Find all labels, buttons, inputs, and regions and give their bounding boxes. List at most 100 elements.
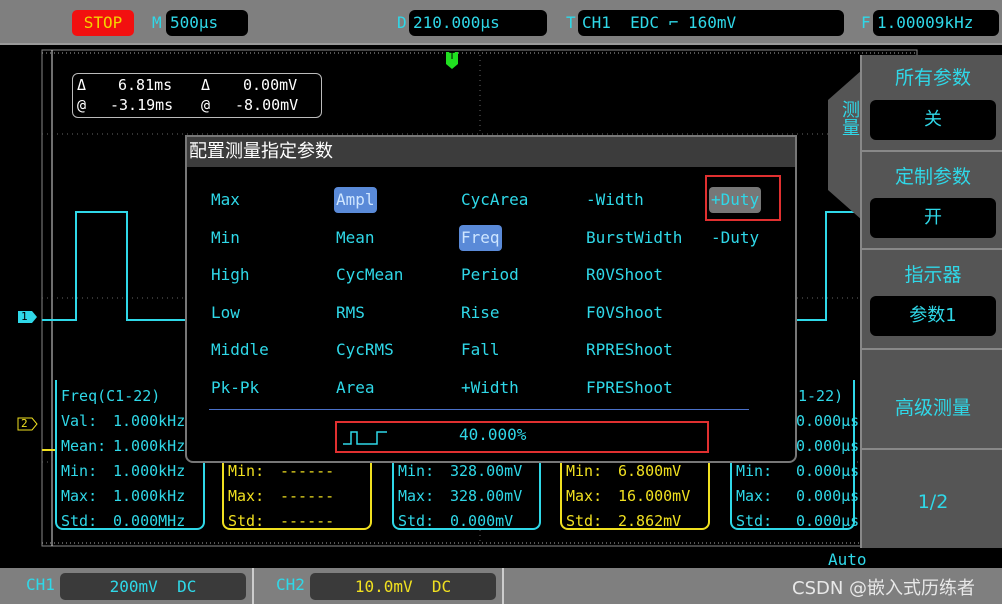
measurement-key: Val:	[61, 412, 98, 430]
measurement-value: 0.000MHz	[113, 512, 186, 530]
side-menu: 所有参数 关 定制参数 开 指示器 参数1 高级测量 1/2	[860, 55, 1002, 548]
measurement-value: 1.000kHz	[113, 437, 186, 455]
menu-custom-params-value[interactable]: 开	[870, 198, 996, 238]
measurement-row: Std: 0.000MHz	[61, 509, 199, 534]
measurement-value: ------	[280, 512, 335, 530]
measurement-value: 1.000kHz	[113, 412, 186, 430]
measurement-key: Std:	[398, 512, 435, 530]
param-option-max[interactable]: Max	[209, 187, 242, 213]
ch1-marker-label: 1	[21, 310, 28, 323]
ch2-marker-label: 2	[21, 417, 28, 430]
divider	[209, 409, 749, 410]
measurement-value: 0.000µs	[796, 512, 860, 530]
param-option-pk-pk[interactable]: Pk-Pk	[209, 375, 261, 401]
dialog-title: 配置测量指定参数	[187, 137, 795, 167]
delta-x-symbol: Δ	[77, 76, 87, 94]
at-y-value: -8.00mV	[235, 96, 299, 114]
param-option-period[interactable]: Period	[459, 262, 521, 288]
measurement-key: Min:	[61, 462, 98, 480]
param-option-burstwidth[interactable]: BurstWidth	[584, 225, 684, 251]
measurement-key: Max:	[61, 487, 98, 505]
measurement-row: Mean: 1.000kHz	[61, 434, 199, 459]
param-option-freq[interactable]: Freq	[459, 224, 502, 251]
param-option-high[interactable]: High	[209, 262, 252, 288]
measurement-value: 6.800mV	[618, 462, 682, 480]
ch2-scale[interactable]: 10.0mV DC	[310, 573, 496, 600]
measurement-key: Std:	[61, 512, 98, 530]
measurement-row: Min: 1.000kHz	[61, 459, 199, 484]
duty-highlight-box	[705, 175, 781, 221]
delta-x-value: 6.81ms	[118, 76, 173, 94]
param-option--width[interactable]: -Width	[584, 187, 646, 213]
measurement-row: Val: 1.000kHz	[61, 409, 199, 434]
at-x-symbol: @	[77, 96, 87, 114]
cursor-readout: Δ 6.81ms Δ 0.00mV @ -3.19ms @ -8.00mV	[72, 73, 322, 118]
measurement-key: Max:	[566, 487, 603, 505]
measurement-row: Max: 1.000kHz	[61, 484, 199, 509]
measurement-key: Std:	[566, 512, 603, 530]
measurement-value: 0.000mV	[450, 512, 514, 530]
param-option-cycrms[interactable]: CycRMS	[334, 337, 396, 363]
param-option--width[interactable]: +Width	[459, 375, 521, 401]
watermark: CSDN @嵌入式历练者	[792, 578, 976, 599]
measurement-value: ------	[280, 487, 335, 505]
ch1-trace	[42, 211, 190, 321]
measurement-key: Std:	[736, 512, 773, 530]
param-option-mean[interactable]: Mean	[334, 225, 377, 251]
menu-advanced-measure[interactable]: 高级测量	[862, 393, 1002, 420]
measurement-row: Max: 328.00mV	[398, 484, 535, 509]
ch1-scale[interactable]: 200mV DC	[60, 573, 246, 600]
at-y-symbol: @	[201, 96, 211, 114]
trigger-marker-label: T	[449, 51, 456, 62]
measurement-key: Std:	[228, 512, 265, 530]
measurement-value: 328.00mV	[450, 462, 523, 480]
param-option-fpreshoot[interactable]: FPREShoot	[584, 375, 675, 401]
measurement-key: Mean:	[61, 437, 107, 455]
param-option-cycmean[interactable]: CycMean	[334, 262, 405, 288]
param-option-fall[interactable]: Fall	[459, 337, 502, 363]
measurement-value: 1.000kHz	[113, 487, 186, 505]
measurement-value: 328.00mV	[450, 487, 523, 505]
ch1-trace-right	[795, 211, 860, 321]
param-option-min[interactable]: Min	[209, 225, 242, 251]
measurement-row: Std: 2.862mV	[566, 509, 704, 534]
param-option-f0vshoot[interactable]: F0VShoot	[584, 300, 665, 326]
measurement-value: 0.000µs	[796, 487, 860, 505]
measurement-value: 0.000µs	[796, 437, 860, 455]
measurement-row: Std: ------	[228, 509, 366, 534]
duty-result-value: 40.000%	[459, 425, 527, 444]
param-option-cycarea[interactable]: CycArea	[459, 187, 530, 213]
menu-page-indicator[interactable]: 1/2	[862, 491, 1002, 513]
param-option-r0vshoot[interactable]: R0VShoot	[584, 262, 665, 288]
measurement-value: 1.000kHz	[113, 462, 186, 480]
param-option-rms[interactable]: RMS	[334, 300, 367, 326]
param-option-low[interactable]: Low	[209, 300, 242, 326]
acquire-mode-status: Auto	[828, 550, 867, 569]
measurement-title: Freq(C1-22)	[61, 387, 161, 405]
measurement-row: Max: ------	[228, 484, 366, 509]
param-option-rise[interactable]: Rise	[459, 300, 502, 326]
delta-y-symbol: Δ	[201, 76, 211, 94]
measurement-row: Max: 0.000µs	[736, 484, 859, 509]
measurement-box: Freq(C1-22) Val: 1.000kHz Mean: 1.000kHz Min:…	[55, 380, 205, 530]
ch1-label: CH1	[26, 575, 55, 594]
measurement-value: 0.000µs	[796, 462, 860, 480]
measurement-row: Std: 0.000µs	[736, 509, 859, 534]
menu-indicator-value[interactable]: 参数1	[870, 296, 996, 336]
measurement-value: 0.000µs	[796, 412, 860, 430]
measurement-value: 16.000mV	[618, 487, 691, 505]
measurement-row: Std: 0.000mV	[398, 509, 535, 534]
measurement-key: Max:	[398, 487, 435, 505]
delta-y-value: 0.00mV	[243, 76, 298, 94]
at-x-value: -3.19ms	[110, 96, 174, 114]
menu-item-all-params-label: 所有参数	[894, 67, 971, 89]
menu-all-params-value[interactable]: 关	[870, 100, 996, 140]
param-option-rpreshoot[interactable]: RPREShoot	[584, 337, 675, 363]
param-option-ampl[interactable]: Ampl	[334, 187, 377, 213]
ch2-label: CH2	[276, 575, 305, 594]
measurement-key: Max:	[228, 487, 265, 505]
param-option--duty[interactable]: -Duty	[709, 225, 761, 251]
measurement-value: ------	[280, 462, 335, 480]
param-option-middle[interactable]: Middle	[209, 337, 271, 363]
param-option-area[interactable]: Area	[334, 375, 377, 401]
